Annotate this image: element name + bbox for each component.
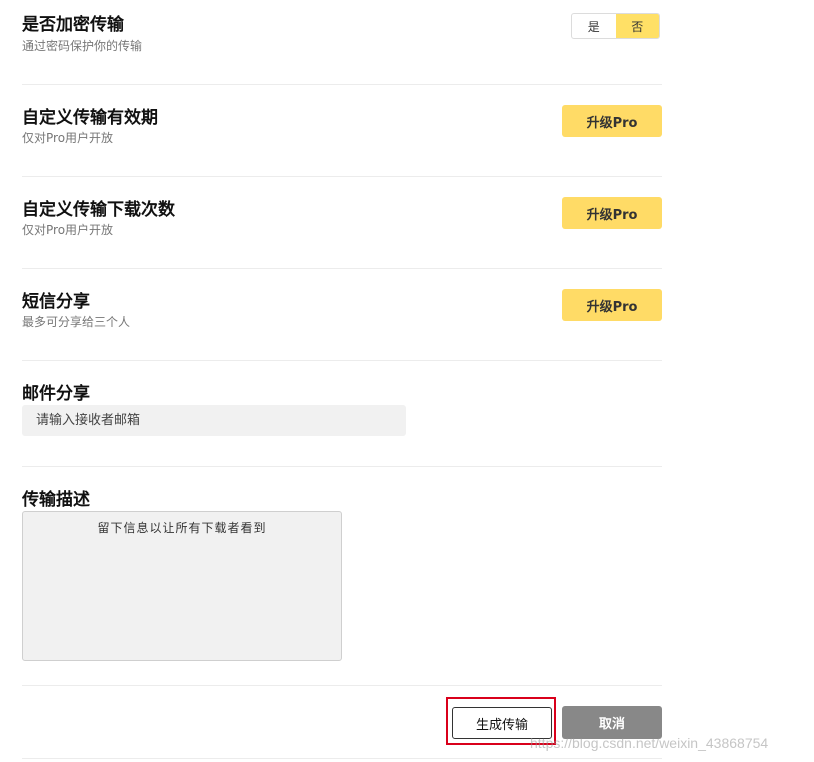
validity-title: 自定义传输有效期 <box>22 108 158 128</box>
sms-share-subtitle: 最多可分享给三个人 <box>22 315 131 329</box>
description-textarea[interactable] <box>22 511 342 661</box>
download-count-title: 自定义传输下载次数 <box>22 200 175 220</box>
divider <box>22 466 662 467</box>
encrypt-subtitle: 通过密码保护你的传输 <box>22 39 143 53</box>
divider <box>22 84 662 85</box>
email-input[interactable] <box>22 405 406 436</box>
validity-subtitle: 仅对Pro用户开放 <box>22 131 114 145</box>
encrypt-option-no[interactable]: 否 <box>615 14 659 38</box>
validity-upgrade-button[interactable]: 升级Pro <box>562 105 662 137</box>
divider <box>22 176 662 177</box>
divider <box>22 360 662 361</box>
divider <box>22 758 662 759</box>
sms-share-title: 短信分享 <box>22 292 90 312</box>
sms-share-upgrade-button[interactable]: 升级Pro <box>562 289 662 321</box>
description-title: 传输描述 <box>22 490 90 510</box>
encrypt-option-yes[interactable]: 是 <box>572 14 616 38</box>
encrypt-title: 是否加密传输 <box>22 15 124 35</box>
divider <box>22 685 662 686</box>
watermark: https://blog.csdn.net/weixin_43868754 <box>530 735 769 751</box>
download-count-upgrade-button[interactable]: 升级Pro <box>562 197 662 229</box>
email-share-title: 邮件分享 <box>22 384 90 404</box>
download-count-subtitle: 仅对Pro用户开放 <box>22 223 114 237</box>
divider <box>22 268 662 269</box>
encrypt-toggle: 是 否 <box>571 13 660 39</box>
